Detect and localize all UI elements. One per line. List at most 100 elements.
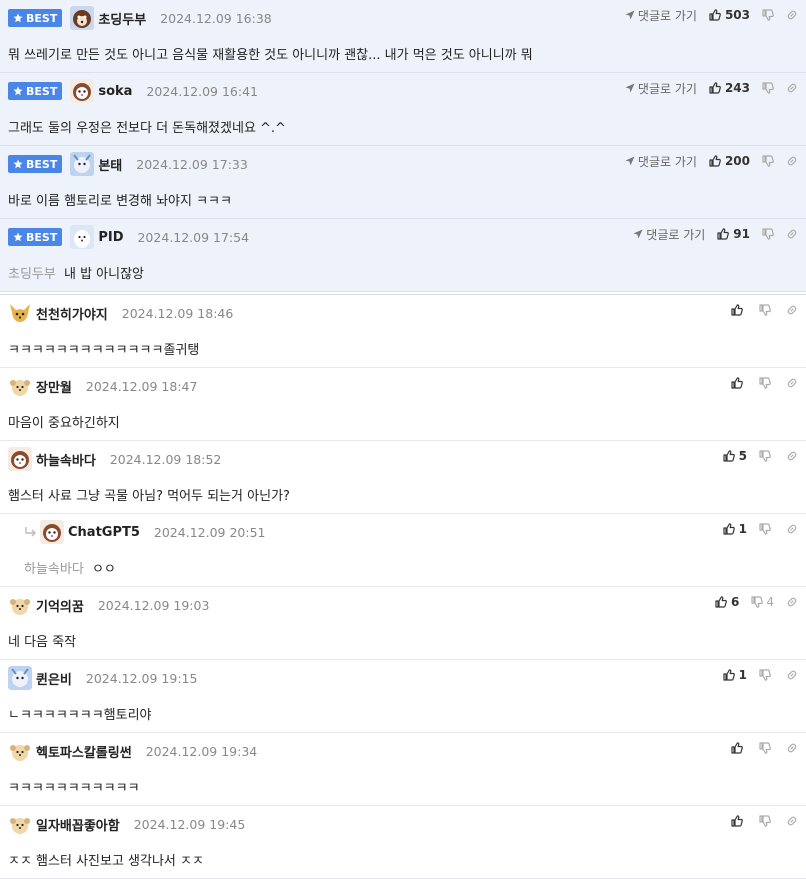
avatar[interactable] <box>40 520 64 544</box>
like-button[interactable]: 243 <box>709 81 750 95</box>
best-badge: BEST <box>8 228 63 246</box>
like-button[interactable] <box>731 742 747 754</box>
mention-nickname[interactable]: 초딩두부 <box>8 267 56 282</box>
thumbs-up-icon <box>723 450 735 462</box>
link-icon <box>787 743 797 753</box>
copy-link-button[interactable] <box>786 82 798 94</box>
copy-link-button[interactable] <box>786 377 798 389</box>
like-button[interactable]: 503 <box>709 8 750 22</box>
dislike-button[interactable] <box>762 155 774 167</box>
comment-actions: 댓글로 가기 91 <box>633 225 798 243</box>
avatar[interactable] <box>8 447 32 471</box>
dislike-count: 4 <box>766 595 774 609</box>
thumbs-down-icon <box>759 377 771 389</box>
avatar[interactable] <box>70 152 95 176</box>
thumbs-up-icon <box>731 304 743 316</box>
goto-comment-link[interactable]: 댓글로 가기 <box>625 7 697 24</box>
avatar[interactable] <box>8 812 32 836</box>
author-nickname[interactable]: soka <box>98 84 132 99</box>
like-button[interactable]: 1 <box>723 668 747 682</box>
dislike-button[interactable] <box>759 523 774 535</box>
like-count: 200 <box>724 154 750 168</box>
comment-text: 하늘속바다 ㅇㅇ <box>24 562 116 577</box>
dislike-button[interactable]: 4 <box>751 595 774 609</box>
dislike-button[interactable] <box>759 669 774 681</box>
comment-text: 네 다음 죽작 <box>8 635 77 650</box>
like-button[interactable]: 91 <box>717 227 750 241</box>
copy-link-button[interactable] <box>786 815 798 827</box>
dislike-button[interactable] <box>762 82 774 94</box>
author-nickname[interactable]: 본태 <box>98 155 122 174</box>
goto-comment-link[interactable]: 댓글로 가기 <box>625 80 697 97</box>
link-icon <box>787 816 797 826</box>
dislike-button[interactable] <box>762 228 774 240</box>
dislike-button[interactable] <box>759 742 774 754</box>
author-nickname[interactable]: ChatGPT5 <box>68 525 140 540</box>
dislike-button[interactable] <box>759 450 774 462</box>
avatar[interactable] <box>8 666 32 690</box>
avatar[interactable] <box>8 301 32 325</box>
author-nickname[interactable]: 헥토파스칼롤링썬 <box>36 742 132 761</box>
author-nickname[interactable]: 기억의꿈 <box>36 596 84 615</box>
like-count: 91 <box>733 227 750 241</box>
copy-link-button[interactable] <box>786 596 798 608</box>
link-icon <box>787 156 797 166</box>
thumbs-up-icon <box>709 155 721 167</box>
dislike-button[interactable] <box>759 377 774 389</box>
comment-date: 2024.12.09 19:45 <box>133 816 246 832</box>
copy-link-button[interactable] <box>786 742 798 754</box>
link-icon <box>787 378 797 388</box>
like-button[interactable]: 6 <box>715 595 739 609</box>
author-nickname[interactable]: 천천히가야지 <box>36 304 108 323</box>
thumbs-up-icon <box>731 377 743 389</box>
like-count: 6 <box>731 595 740 609</box>
author-nickname[interactable]: 하늘속바다 <box>36 450 96 469</box>
like-button[interactable] <box>731 815 747 827</box>
like-button[interactable]: 1 <box>723 522 747 536</box>
copy-link-button[interactable] <box>786 523 798 535</box>
dislike-button[interactable] <box>759 815 774 827</box>
link-icon <box>787 305 797 315</box>
author-nickname[interactable]: 장만월 <box>36 377 72 396</box>
link-icon <box>787 83 797 93</box>
copy-link-button[interactable] <box>786 9 798 21</box>
reply-comment: ChatGPT5 2024.12.09 20:51 1 하늘속바다 ㅇㅇ <box>0 514 806 587</box>
star-icon <box>13 159 23 169</box>
copy-link-button[interactable] <box>786 669 798 681</box>
goto-comment-link[interactable]: 댓글로 가기 <box>633 226 705 243</box>
author-nickname[interactable]: PID <box>98 230 123 245</box>
avatar[interactable] <box>8 593 32 617</box>
goto-comment-link[interactable]: 댓글로 가기 <box>625 153 697 170</box>
thumbs-up-icon <box>717 228 730 240</box>
author-nickname[interactable]: 일자배꼽좋아함 <box>36 815 120 834</box>
comment-header: 퀸은비 2024.12.09 19:15 <box>8 666 197 690</box>
copy-link-button[interactable] <box>786 228 798 240</box>
avatar[interactable] <box>8 374 32 398</box>
like-button[interactable] <box>731 377 747 389</box>
author-nickname[interactable]: 초딩두부 <box>98 9 146 28</box>
comment: 기억의꿈 2024.12.09 19:03 6 4 네 다음 죽작 <box>0 587 806 660</box>
avatar[interactable] <box>70 6 95 30</box>
copy-link-button[interactable] <box>786 155 798 167</box>
comment-text: 뭐 쓰레기로 만든 것도 아니고 음식물 재활용한 것도 아니니까 괜찮... … <box>8 48 533 63</box>
mention-nickname[interactable]: 하늘속바다 <box>24 562 84 577</box>
dislike-button[interactable] <box>759 304 774 316</box>
avatar[interactable] <box>70 79 95 103</box>
avatar[interactable] <box>70 225 95 249</box>
avatar[interactable] <box>8 739 32 763</box>
thumbs-up-icon <box>709 9 721 21</box>
location-arrow-icon <box>633 229 643 239</box>
thumbs-down-icon <box>759 742 771 754</box>
like-button[interactable]: 5 <box>723 449 747 463</box>
copy-link-button[interactable] <box>786 450 798 462</box>
copy-link-button[interactable] <box>786 304 798 316</box>
comment: 일자배꼽좋아함 2024.12.09 19:45 ㅈㅈ 햄스터 사진보고 생각나… <box>0 806 806 879</box>
comment-actions: 1 <box>723 520 798 538</box>
thumbs-down-icon <box>762 228 774 240</box>
author-nickname[interactable]: 퀸은비 <box>36 669 72 688</box>
thumbs-up-icon <box>723 523 735 535</box>
comment-text: 바로 이름 햄토리로 변경해 놔야지 ㅋㅋㅋ <box>8 194 232 209</box>
like-button[interactable]: 200 <box>709 154 750 168</box>
like-button[interactable] <box>731 304 747 316</box>
dislike-button[interactable] <box>762 9 774 21</box>
